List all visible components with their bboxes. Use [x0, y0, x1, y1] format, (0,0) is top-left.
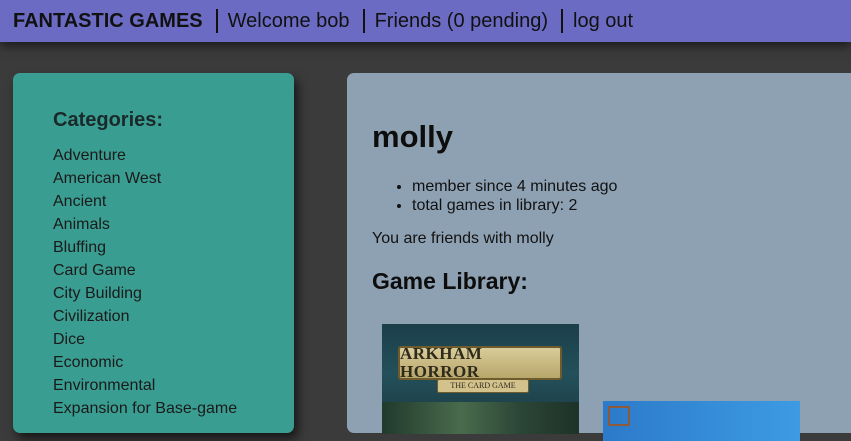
nav-divider	[561, 9, 563, 33]
total-games: total games in library: 2	[412, 196, 617, 215]
game-subtitle: THE CARD GAME	[437, 379, 529, 393]
game-card[interactable]	[603, 401, 800, 441]
profile-username: molly	[372, 119, 453, 154]
brand-title[interactable]: FANTASTIC GAMES	[13, 10, 203, 33]
category-link[interactable]: Civilization	[53, 308, 237, 331]
welcome-link[interactable]: Welcome bob	[228, 10, 350, 33]
game-cover-art	[382, 402, 579, 434]
profile-stats: member since 4 minutes ago total games i…	[372, 177, 617, 215]
category-link[interactable]: Card Game	[53, 262, 237, 285]
nav-divider	[215, 9, 218, 33]
category-link[interactable]: City Building	[53, 285, 237, 308]
nav-divider	[362, 9, 365, 33]
game-cover-art	[608, 406, 630, 426]
categories-sidebar: Categories: Adventure American West Anci…	[13, 73, 294, 433]
logout-link[interactable]: log out	[573, 10, 633, 33]
friend-status: You are friends with molly	[372, 230, 554, 247]
category-link[interactable]: American West	[53, 170, 237, 193]
category-link[interactable]: Ancient	[53, 193, 237, 216]
top-nav-bar: FANTASTIC GAMES Welcome bob Friends (0 p…	[0, 0, 851, 42]
game-logo: ARKHAM HORROR	[398, 344, 562, 381]
profile-panel: molly member since 4 minutes ago total g…	[347, 73, 851, 441]
category-link[interactable]: Bluffing	[53, 239, 237, 262]
category-link[interactable]: Dice	[53, 331, 237, 354]
library-heading: Game Library:	[372, 268, 528, 294]
category-link[interactable]: Economic	[53, 354, 237, 377]
category-list: Adventure American West Ancient Animals …	[53, 147, 237, 423]
game-title: ARKHAM HORROR	[400, 344, 483, 381]
categories-heading: Categories:	[53, 109, 164, 131]
game-card-arkham-horror[interactable]: ARKHAM HORROR THE CARD GAME	[382, 324, 579, 434]
category-link[interactable]: Adventure	[53, 147, 237, 170]
category-link[interactable]: Animals	[53, 216, 237, 239]
friends-link[interactable]: Friends (0 pending)	[375, 10, 548, 33]
category-link[interactable]: Environmental	[53, 377, 237, 400]
member-since: member since 4 minutes ago	[412, 177, 617, 196]
